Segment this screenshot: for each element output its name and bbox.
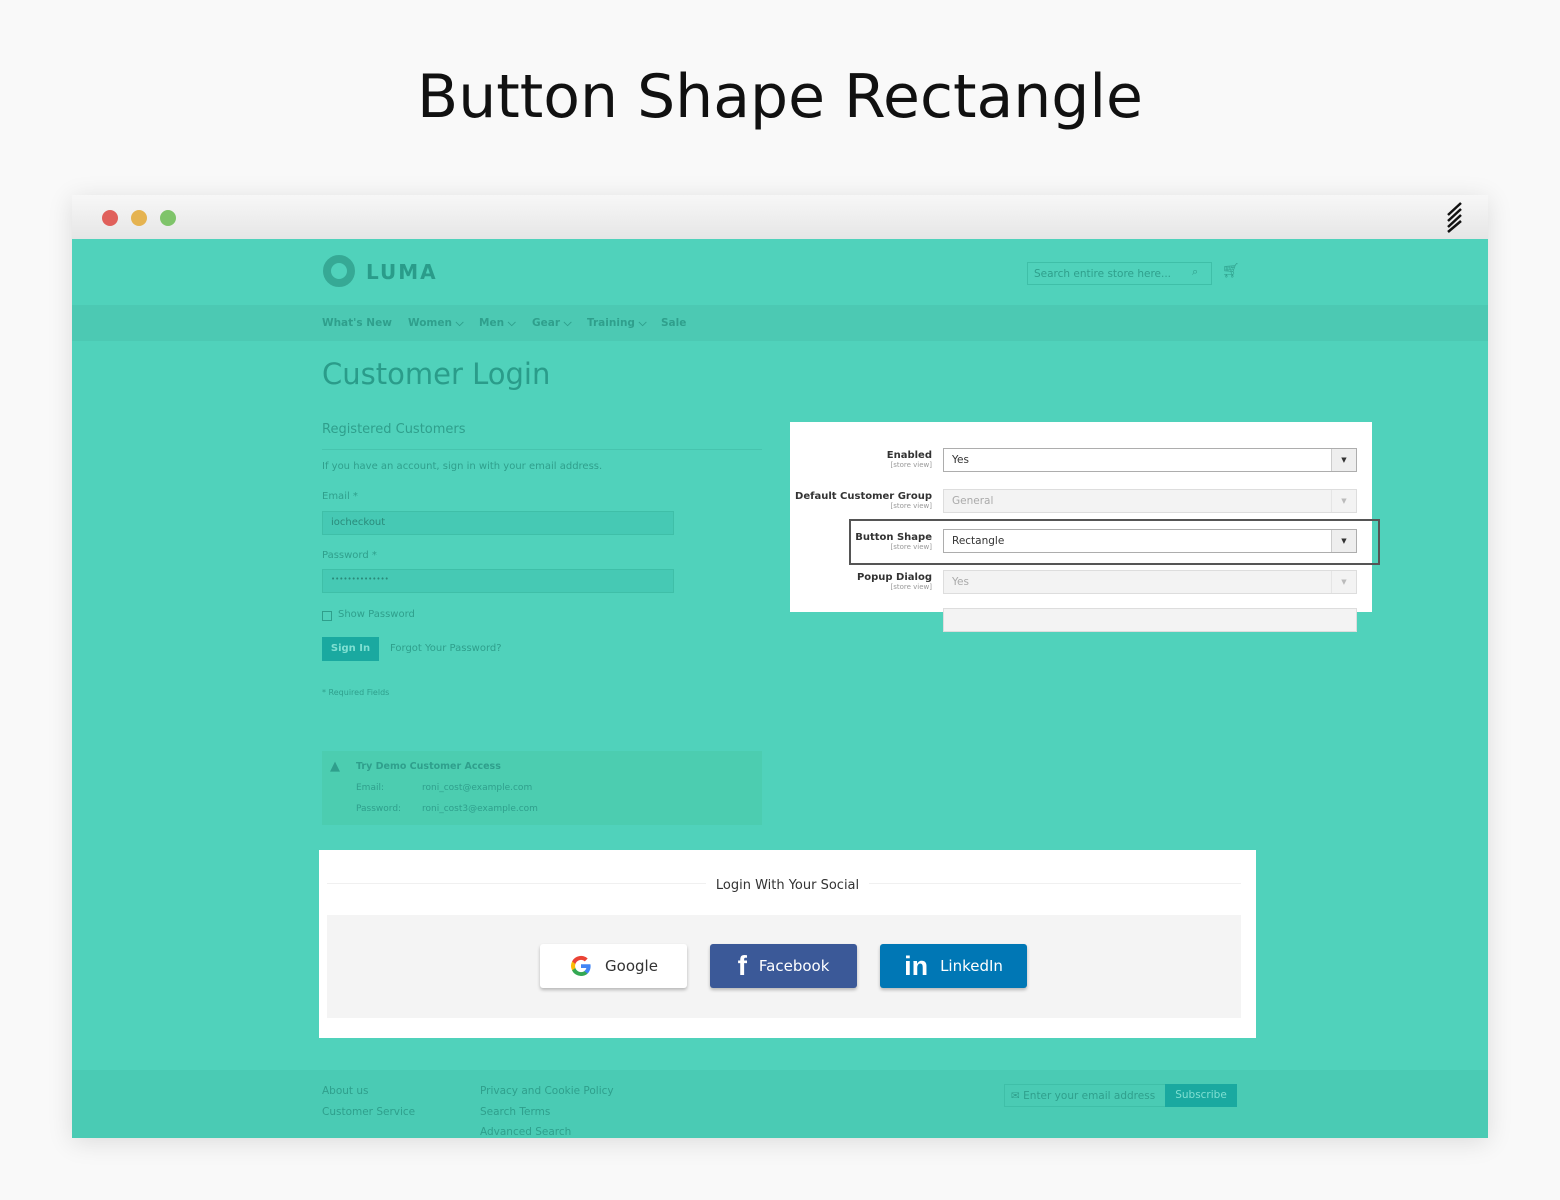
facebook-label: Facebook <box>758 957 830 975</box>
facebook-icon: f <box>737 950 747 981</box>
email-input[interactable]: iocheckout <box>322 511 674 535</box>
demo-email: roni_cost@example.com <box>422 783 533 793</box>
maximize-dot-icon[interactable] <box>160 210 176 226</box>
nav-training[interactable]: Training ⌵ <box>587 317 647 330</box>
dropdown-arrow-icon: ▼ <box>1331 449 1356 471</box>
placeholder: Enter your email address <box>1023 1090 1156 1102</box>
footer-link[interactable]: Advanced Search <box>480 1126 571 1138</box>
page-title: Customer Login <box>322 357 551 391</box>
value: Rectangle <box>952 535 1005 547</box>
logo-text: LUMA <box>366 260 438 284</box>
footer-link[interactable]: Search Terms <box>480 1106 550 1118</box>
nav-label: Training <box>587 317 635 329</box>
social-title: Login With Your Social <box>705 878 870 893</box>
label: Email <box>322 491 350 502</box>
nav-gear[interactable]: Gear ⌵ <box>532 317 572 330</box>
label: Password <box>322 550 369 561</box>
value: Yes <box>952 454 969 466</box>
nav-label: Gear <box>532 317 561 329</box>
button-shape-label: Button Shape [store view] <box>855 532 932 551</box>
main-nav: What's New Women ⌵ Men ⌵ Gear ⌵ Training… <box>72 305 1488 341</box>
newsletter-input[interactable]: ✉ Enter your email address <box>1004 1084 1166 1107</box>
footer-link[interactable]: Customer Service <box>322 1106 415 1118</box>
button-shape-select[interactable]: Rectangle ▼ <box>943 529 1357 553</box>
password-input[interactable]: •••••••••••••• <box>322 569 674 593</box>
divider <box>322 449 762 450</box>
nav-whats-new[interactable]: What's New <box>322 317 392 329</box>
mail-icon: ✉ <box>1011 1090 1020 1102</box>
dropdown-arrow-icon: ▼ <box>1331 530 1356 552</box>
enabled-select[interactable]: Yes ▼ <box>943 448 1357 472</box>
demo-access-box: ▲ Try Demo Customer Access Email: roni_c… <box>322 751 762 825</box>
linkedin-login-button[interactable]: in LinkedIn <box>880 944 1027 988</box>
google-label: Google <box>605 957 658 975</box>
sign-in-button[interactable]: Sign In <box>322 637 379 661</box>
next-select[interactable] <box>943 608 1357 632</box>
search-input[interactable]: Search entire store here... <box>1027 262 1212 285</box>
required-note: * Required Fields <box>322 688 390 697</box>
scope: [store view] <box>890 502 932 510</box>
close-dot-icon[interactable] <box>102 210 118 226</box>
social-title-wrap: Login With Your Social <box>319 874 1256 893</box>
section-title: Registered Customers <box>322 422 466 437</box>
enabled-label: Enabled [store view] <box>887 450 932 469</box>
social-login-panel: Login With Your Social Google f Facebook… <box>319 850 1256 1038</box>
demo-password: roni_cost3@example.com <box>422 804 538 814</box>
label: Default Customer Group <box>795 491 932 502</box>
dropdown-arrow-icon: ▼ <box>1331 571 1356 593</box>
customer-group-select[interactable]: General ▼ <box>943 489 1357 513</box>
demo-email-label: Email: <box>356 783 385 793</box>
nav-men[interactable]: Men ⌵ <box>479 317 516 330</box>
label: Button Shape <box>855 532 932 543</box>
cart-icon[interactable]: 🛒︎ <box>1222 263 1240 279</box>
forgot-password-link[interactable]: Forgot Your Password? <box>390 643 502 654</box>
footer-link[interactable]: Privacy and Cookie Policy <box>480 1085 614 1097</box>
linkedin-label: LinkedIn <box>940 957 1003 975</box>
intro-text: If you have an account, sign in with you… <box>322 461 603 472</box>
nav-label: Women <box>408 317 452 329</box>
admin-config-panel: Enabled [store view] Yes ▼ Default Custome… <box>790 422 1380 632</box>
demo-title: Try Demo Customer Access <box>356 761 501 772</box>
warning-icon: ▲ <box>330 759 340 774</box>
google-icon <box>571 955 591 976</box>
popup-dialog-select[interactable]: Yes ▼ <box>943 570 1357 594</box>
label: Popup Dialog <box>856 572 932 583</box>
browser-window: LUMA Search entire store here... ⌕ 🛒︎ Wh… <box>72 195 1488 1138</box>
email-label: Email * <box>322 491 358 502</box>
nav-label: Men <box>479 317 505 329</box>
facebook-login-button[interactable]: f Facebook <box>710 944 857 988</box>
label: Enabled <box>886 450 932 461</box>
search-icon[interactable]: ⌕ <box>1192 265 1198 279</box>
footer: About us Customer Service Privacy and Co… <box>72 1070 1488 1138</box>
linkedin-icon: in <box>904 950 929 981</box>
popup-dialog-label: Popup Dialog [store view] <box>857 572 932 591</box>
show-password-checkbox[interactable] <box>322 611 332 621</box>
brand-stripes-icon <box>1447 202 1462 233</box>
value: General <box>952 495 994 507</box>
minimize-dot-icon[interactable] <box>131 210 147 226</box>
subscribe-button[interactable]: Subscribe <box>1165 1084 1237 1107</box>
value: Yes <box>952 576 969 588</box>
password-label: Password * <box>322 550 377 561</box>
scope: [store view] <box>890 461 932 469</box>
dropdown-arrow-icon: ▼ <box>1331 490 1356 512</box>
nav-sale[interactable]: Sale <box>661 317 686 329</box>
demo-password-label: Password: <box>356 804 402 814</box>
nav-women[interactable]: Women ⌵ <box>408 317 464 330</box>
headline: Button Shape Rectangle <box>417 62 1143 132</box>
scope: [store view] <box>890 583 932 591</box>
luma-logo-icon <box>323 255 355 287</box>
google-login-button[interactable]: Google <box>540 944 687 988</box>
show-password-label: Show Password <box>338 609 415 620</box>
window-chrome <box>72 195 1488 239</box>
scope: [store view] <box>890 543 932 551</box>
footer-link[interactable]: About us <box>322 1085 369 1097</box>
customer-group-label: Default Customer Group [store view] <box>795 491 932 510</box>
